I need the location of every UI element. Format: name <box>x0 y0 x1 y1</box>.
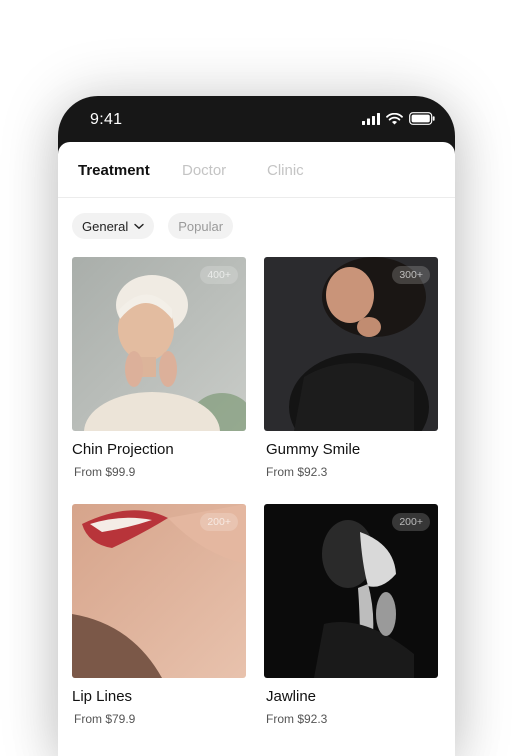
treatment-photo: 200+ <box>264 504 438 678</box>
battery-icon <box>409 112 435 125</box>
card-price: From $92.3 <box>266 712 328 726</box>
card-price: From $79.9 <box>74 712 136 726</box>
popularity-badge: 200+ <box>200 513 238 531</box>
status-bar: 9:41 <box>58 96 455 142</box>
treatment-photo: 400+ <box>72 257 246 431</box>
filter-general-dropdown[interactable]: General <box>72 213 155 239</box>
phone-frame: 9:41 Treatment Doctor Clinic General Pop… <box>58 96 455 756</box>
card-price: From $99.9 <box>74 465 136 479</box>
card-price: From $92.3 <box>266 465 328 479</box>
tab-doctor[interactable]: Doctor <box>182 162 226 179</box>
chevron-down-icon <box>134 223 144 229</box>
treatment-card-jawline[interactable]: 200+ Jawline From $92.3 <box>264 504 438 726</box>
popularity-badge: 400+ <box>200 266 238 284</box>
stage: 9:41 Treatment Doctor Clinic General Pop… <box>0 0 512 756</box>
popularity-badge: 200+ <box>392 513 430 531</box>
status-icons <box>362 112 435 125</box>
popularity-badge: 300+ <box>392 266 430 284</box>
treatment-photo: 300+ <box>264 257 438 431</box>
card-title: Gummy Smile <box>266 441 361 458</box>
card-title: Jawline <box>266 688 317 705</box>
app-screen: Treatment Doctor Clinic General Popular <box>58 142 455 756</box>
wifi-icon <box>386 112 403 124</box>
filter-popular-label: Popular <box>178 218 224 234</box>
treatment-card-gummy-smile[interactable]: 300+ Gummy Smile From $92.3 <box>264 257 438 479</box>
card-title: Lip Lines <box>72 688 133 705</box>
filter-popular-chip[interactable]: Popular <box>168 213 234 239</box>
tab-bar: Treatment Doctor Clinic <box>58 142 455 198</box>
status-time: 9:41 <box>90 111 123 128</box>
treatment-photo: 200+ <box>72 504 246 678</box>
tab-treatment[interactable]: Treatment <box>78 162 150 179</box>
filter-general-label: General <box>82 218 129 234</box>
filter-chips: General Popular <box>72 213 234 239</box>
treatment-card-lip-lines[interactable]: 200+ Lip Lines From $79.9 <box>72 504 246 726</box>
treatment-card-chin-projection[interactable]: 400+ Chin Projection From $99.9 <box>72 257 246 479</box>
tab-clinic[interactable]: Clinic <box>267 162 304 179</box>
signal-icon <box>362 112 380 125</box>
card-title: Chin Projection <box>72 441 174 458</box>
